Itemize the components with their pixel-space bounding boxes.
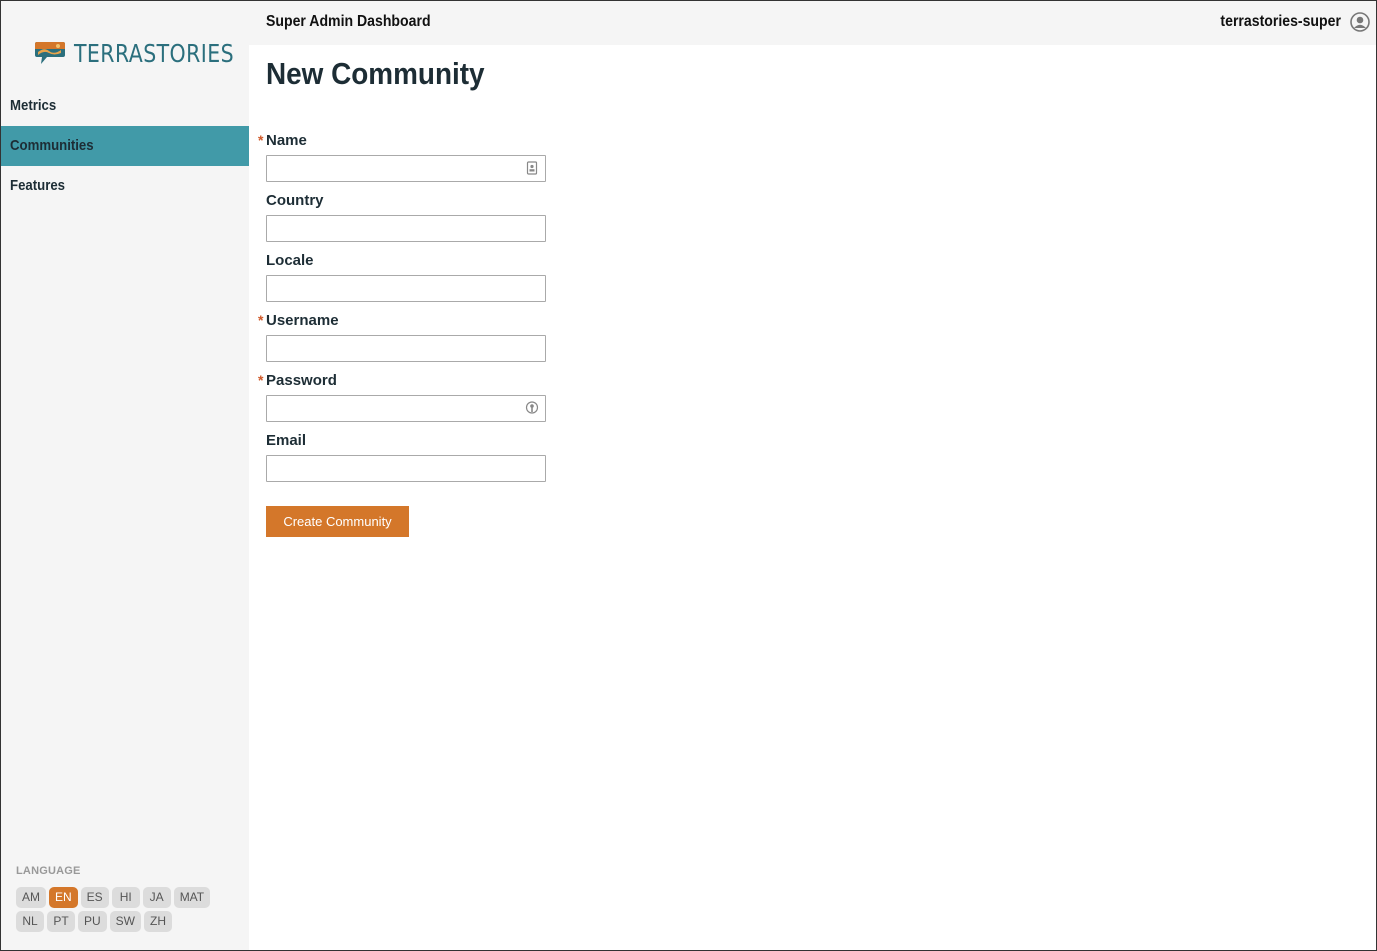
language-row-1: AM EN ES HI JA MAT <box>16 887 246 908</box>
language-switcher: LANGUAGE AM EN ES HI JA MAT NL PT PU SW … <box>16 865 246 935</box>
email-field-group: Email <box>266 432 566 492</box>
sidebar-item-communities[interactable]: Communities <box>1 126 249 166</box>
name-field-group: * Name <box>258 132 566 192</box>
language-button-ja[interactable]: JA <box>142 887 171 908</box>
language-button-sw[interactable]: SW <box>109 911 142 932</box>
sidebar-item-label: Features <box>10 177 66 194</box>
username-field-group: * Username <box>258 312 566 372</box>
language-button-pu[interactable]: PU <box>78 911 107 932</box>
required-marker: * <box>258 132 264 148</box>
page-title: New Community <box>266 56 485 91</box>
email-label: Email <box>266 432 307 449</box>
password-field-group: * Password <box>258 372 566 432</box>
sidebar-item-label: Communities <box>10 137 94 154</box>
language-button-nl[interactable]: NL <box>16 911 44 932</box>
language-button-mat[interactable]: MAT <box>173 887 211 908</box>
language-title: LANGUAGE <box>16 865 81 877</box>
name-input[interactable] <box>266 155 546 182</box>
username-input[interactable] <box>266 335 546 362</box>
dashboard-title: Super Admin Dashboard <box>266 13 431 30</box>
locale-label: Locale <box>266 252 314 269</box>
terrastories-logo-icon <box>35 42 65 64</box>
user-avatar-icon[interactable] <box>1350 12 1370 32</box>
locale-field-group: Locale <box>266 252 566 312</box>
language-button-am[interactable]: AM <box>16 887 46 908</box>
language-row-2: NL PT PU SW ZH <box>16 911 246 932</box>
top-bar: Super Admin Dashboard terrastories-super <box>249 1 1376 45</box>
create-community-button[interactable]: Create Community <box>266 506 409 537</box>
locale-input[interactable] <box>266 275 546 302</box>
country-label: Country <box>266 192 324 209</box>
required-marker: * <box>258 372 264 388</box>
country-field-group: Country <box>266 192 566 252</box>
sidebar-item-label: Metrics <box>10 97 57 114</box>
password-key-icon[interactable] <box>525 401 539 415</box>
sidebar-item-features[interactable]: Features <box>1 166 249 206</box>
language-button-pt[interactable]: PT <box>47 911 75 932</box>
password-label: Password <box>266 372 337 389</box>
language-button-hi[interactable]: HI <box>111 887 140 908</box>
new-community-form: * Name Country Locale * Username * Passw… <box>258 132 566 537</box>
name-label: Name <box>266 132 307 149</box>
brand-logo[interactable]: TERRASTORIES <box>34 38 269 68</box>
main-content: New Community * Name Country Locale * Us… <box>258 56 546 537</box>
user-name[interactable]: terrastories-super <box>1220 13 1341 31</box>
country-input[interactable] <box>266 215 546 242</box>
language-button-en[interactable]: EN <box>49 887 78 908</box>
brand-name: TERRASTORIES <box>74 38 235 68</box>
password-input[interactable] <box>266 395 546 422</box>
email-input[interactable] <box>266 455 546 482</box>
contact-card-icon[interactable] <box>525 161 539 175</box>
sidebar: TERRASTORIES Metrics Communities Feature… <box>1 1 249 950</box>
username-label: Username <box>266 312 339 329</box>
sidebar-nav: Metrics Communities Features <box>1 86 249 206</box>
sidebar-item-metrics[interactable]: Metrics <box>1 86 249 126</box>
language-button-zh[interactable]: ZH <box>144 911 173 932</box>
required-marker: * <box>258 312 264 328</box>
language-button-es[interactable]: ES <box>80 887 109 908</box>
